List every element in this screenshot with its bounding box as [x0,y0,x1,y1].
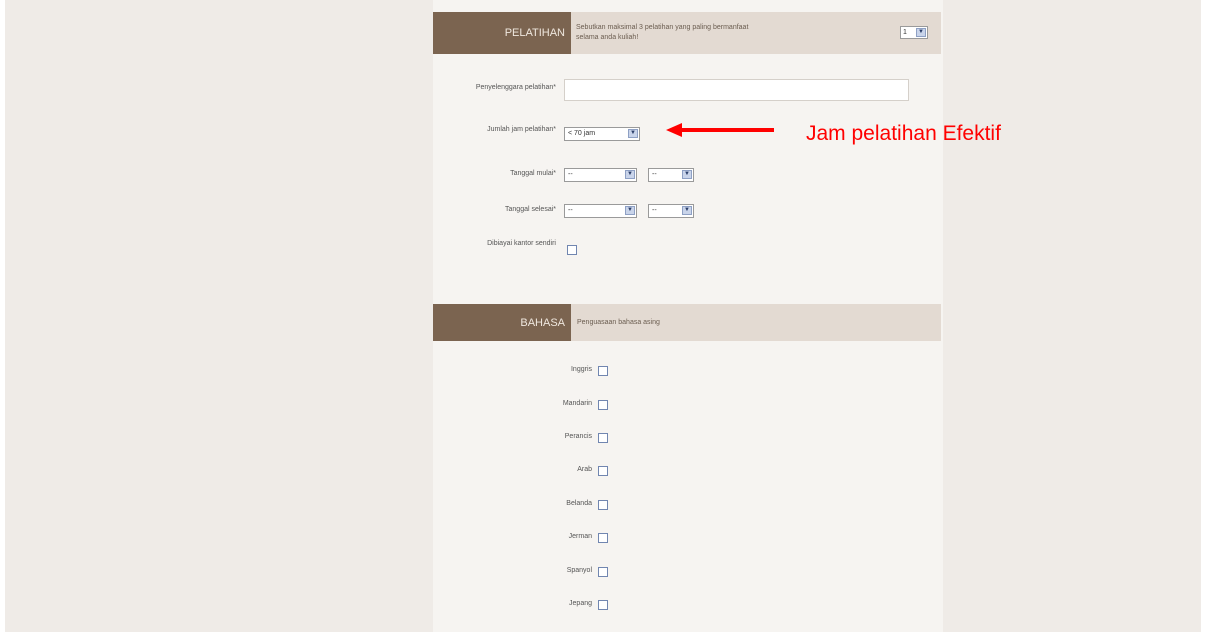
language-checkbox-arab[interactable] [598,466,608,476]
pelatihan-section-header: PELATIHAN Sebutkan maksimal 3 pelatihan … [433,12,941,54]
tanggal-selesai-year-value: -- [652,207,657,214]
language-checkbox-jepang[interactable] [598,600,608,610]
language-label: Spanyol [566,567,592,574]
chevron-down-icon: ▼ [916,28,926,37]
chevron-down-icon: ▼ [682,206,692,215]
language-checkbox-spanyol[interactable] [598,567,608,577]
language-label: Belanda [566,500,592,507]
bahasa-section-header: BAHASA Penguasaan bahasa asing [433,304,941,341]
pelatihan-count-select[interactable]: 1 ▼ [900,26,928,39]
chevron-down-icon: ▼ [682,170,692,179]
pelatihan-title: PELATIHAN [433,12,571,54]
pelatihan-description: Sebutkan maksimal 3 pelatihan yang palin… [576,24,749,41]
chevron-down-icon: ▼ [625,170,635,179]
chevron-down-icon: ▼ [628,129,638,138]
tanggal-selesai-month-select[interactable]: -- ▼ [564,204,637,218]
tanggal-mulai-label: Tanggal mulai* [510,170,556,177]
language-label: Mandarin [562,400,592,407]
language-checkbox-jerman[interactable] [598,533,608,543]
jumlah-jam-label: Jumlah jam pelatihan* [487,126,556,133]
tanggal-selesai-year-select[interactable]: -- ▼ [648,204,694,218]
tanggal-selesai-month-value: -- [568,207,573,214]
language-checkbox-belanda[interactable] [598,500,608,510]
jumlah-jam-value: < 70 jam [568,130,596,137]
language-label: Jepang [569,600,592,607]
bahasa-title: BAHASA [433,304,571,341]
tanggal-mulai-year-select[interactable]: -- ▼ [648,168,694,182]
annotation-arrow-line [680,128,774,132]
language-checkbox-mandarin[interactable] [598,400,608,410]
language-label: Inggris [570,366,592,373]
bahasa-description: Penguasaan bahasa asing [577,319,660,326]
annotation-text: Jam pelatihan Efektif [806,122,1001,145]
tanggal-selesai-label: Tanggal selesai* [505,206,556,213]
tanggal-mulai-year-value: -- [652,171,657,178]
dibiayai-label: Dibiayai kantor sendiri [487,240,556,247]
language-label: Perancis [564,433,592,440]
jumlah-jam-select[interactable]: < 70 jam ▼ [564,127,640,141]
dibiayai-checkbox[interactable] [567,245,577,255]
penyelenggara-input[interactable] [564,79,909,101]
language-label: Arab [577,466,592,473]
language-checkbox-inggris[interactable] [598,366,608,376]
tanggal-mulai-month-select[interactable]: -- ▼ [564,168,637,182]
pelatihan-count-value: 1 [903,29,907,36]
chevron-down-icon: ▼ [625,206,635,215]
penyelenggara-label: Penyelenggara pelatihan* [475,84,556,91]
language-label: Jerman [568,533,592,540]
language-checkbox-perancis[interactable] [598,433,608,443]
tanggal-mulai-month-value: -- [568,171,573,178]
